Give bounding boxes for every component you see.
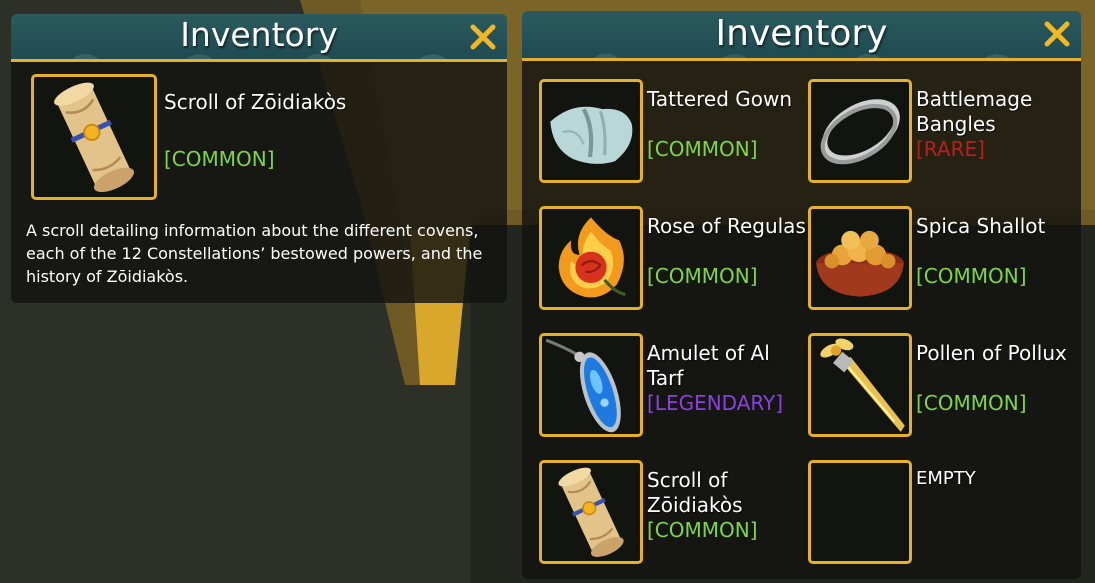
close-icon <box>470 24 496 50</box>
item-detail-panel: Inventory Scroll of Zōidiakòs [COMMON] A… <box>11 14 507 303</box>
close-icon <box>1044 21 1070 47</box>
inventory-slot-empty[interactable] <box>808 460 912 564</box>
slot-3-rarity: [COMMON] <box>916 264 1027 288</box>
shallot-bowl-icon <box>816 230 904 297</box>
slot-1-rarity: [RARE] <box>916 137 985 161</box>
pollen-wand-icon <box>820 338 905 432</box>
bangles-icon <box>820 99 900 165</box>
inventory-panel-title: Inventory <box>715 13 888 54</box>
detail-item-name: Scroll of Zōidiakòs <box>164 90 347 114</box>
slot-2-name: Rose of Regulas <box>647 214 806 238</box>
inventory-slot-tattered-gown[interactable] <box>539 79 643 183</box>
inventory-slot-rose-of-regulas[interactable] <box>539 206 643 310</box>
slot-7-name: EMPTY <box>916 468 976 489</box>
scroll-icon <box>54 82 134 193</box>
fire-rose-icon <box>558 217 626 298</box>
slot-3-name: Spica Shallot <box>916 214 1046 238</box>
slot-4-name: Amulet of Al Tarf <box>647 341 770 390</box>
inventory-slot-spica-shallot[interactable] <box>808 206 912 310</box>
detail-close-button[interactable] <box>467 21 499 53</box>
amulet-icon <box>545 338 621 433</box>
slot-5-name: Pollen of Pollux <box>916 341 1067 365</box>
slot-6-rarity: [COMMON] <box>647 518 758 542</box>
detail-item-rarity: [COMMON] <box>164 147 275 171</box>
detail-panel-title: Inventory <box>180 15 338 54</box>
detail-panel-header: Inventory <box>11 14 507 62</box>
inventory-slot-amulet-of-al-tarf[interactable] <box>539 333 643 437</box>
slot-4-rarity: [LEGENDARY] <box>647 391 784 415</box>
inventory-panel: Inventory Tattered Gown [COMMON] Battlem… <box>522 11 1081 579</box>
detail-item-description: A scroll detailing information about the… <box>26 221 483 286</box>
gown-icon <box>550 106 633 164</box>
slot-0-name: Tattered Gown <box>647 87 793 111</box>
inventory-slot-scroll-of-zoidiakos[interactable] <box>539 460 643 564</box>
inventory-panel-header: Inventory <box>522 11 1081 61</box>
inventory-slot-pollen-of-pollux[interactable] <box>808 333 912 437</box>
inventory-slot-battlemage-bangles[interactable] <box>808 79 912 183</box>
slot-6-name: Scroll of Zōidiakòs <box>647 468 743 517</box>
slot-5-rarity: [COMMON] <box>916 391 1027 415</box>
scroll-icon <box>558 467 624 557</box>
slot-2-rarity: [COMMON] <box>647 264 758 288</box>
slot-0-rarity: [COMMON] <box>647 137 758 161</box>
detail-item-slot <box>31 74 157 200</box>
slot-1-name: Battlemage Bangles <box>916 87 1033 136</box>
inventory-close-button[interactable] <box>1041 18 1073 50</box>
